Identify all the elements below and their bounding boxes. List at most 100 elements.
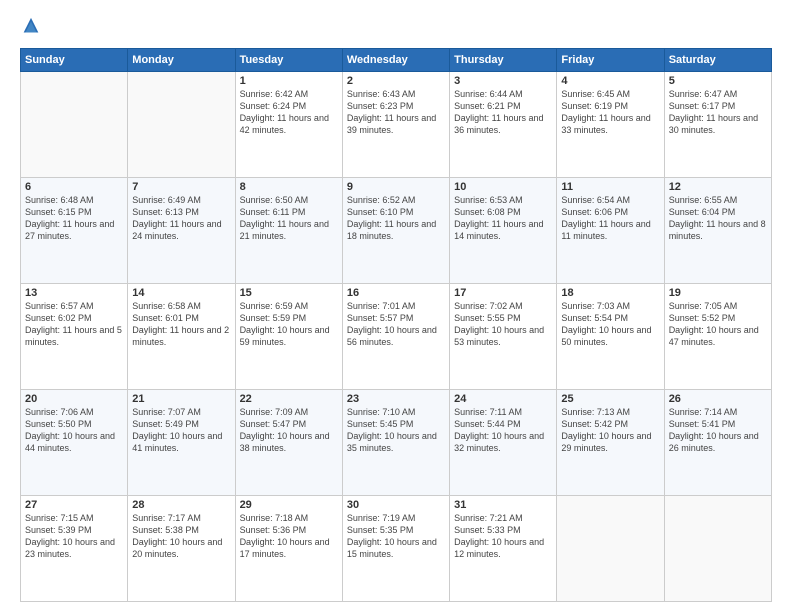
day-number: 21 — [132, 393, 230, 405]
calendar-cell: 16Sunrise: 7:01 AMSunset: 5:57 PMDayligh… — [342, 284, 449, 390]
calendar-week-1: 1Sunrise: 6:42 AMSunset: 6:24 PMDaylight… — [21, 72, 772, 178]
cell-info: Sunrise: 7:01 AMSunset: 5:57 PMDaylight:… — [347, 300, 445, 349]
cell-info: Sunrise: 7:14 AMSunset: 5:41 PMDaylight:… — [669, 406, 767, 455]
cell-info: Sunrise: 7:03 AMSunset: 5:54 PMDaylight:… — [561, 300, 659, 349]
day-number: 5 — [669, 75, 767, 87]
cell-info: Sunrise: 6:59 AMSunset: 5:59 PMDaylight:… — [240, 300, 338, 349]
day-number: 28 — [132, 499, 230, 511]
logo-icon — [20, 16, 42, 38]
cell-info: Sunrise: 7:18 AMSunset: 5:36 PMDaylight:… — [240, 512, 338, 561]
day-number: 17 — [454, 287, 552, 299]
day-number: 12 — [669, 181, 767, 193]
cell-info: Sunrise: 6:53 AMSunset: 6:08 PMDaylight:… — [454, 194, 552, 243]
calendar-cell: 12Sunrise: 6:55 AMSunset: 6:04 PMDayligh… — [664, 178, 771, 284]
day-number: 20 — [25, 393, 123, 405]
weekday-header-wednesday: Wednesday — [342, 49, 449, 72]
calendar-cell: 5Sunrise: 6:47 AMSunset: 6:17 PMDaylight… — [664, 72, 771, 178]
calendar-cell: 24Sunrise: 7:11 AMSunset: 5:44 PMDayligh… — [450, 390, 557, 496]
day-number: 19 — [669, 287, 767, 299]
calendar-cell: 15Sunrise: 6:59 AMSunset: 5:59 PMDayligh… — [235, 284, 342, 390]
day-number: 7 — [132, 181, 230, 193]
cell-info: Sunrise: 6:44 AMSunset: 6:21 PMDaylight:… — [454, 88, 552, 137]
calendar-cell: 23Sunrise: 7:10 AMSunset: 5:45 PMDayligh… — [342, 390, 449, 496]
cell-info: Sunrise: 6:57 AMSunset: 6:02 PMDaylight:… — [25, 300, 123, 349]
day-number: 15 — [240, 287, 338, 299]
day-number: 13 — [25, 287, 123, 299]
cell-info: Sunrise: 7:11 AMSunset: 5:44 PMDaylight:… — [454, 406, 552, 455]
cell-info: Sunrise: 7:09 AMSunset: 5:47 PMDaylight:… — [240, 406, 338, 455]
calendar-cell: 10Sunrise: 6:53 AMSunset: 6:08 PMDayligh… — [450, 178, 557, 284]
cell-info: Sunrise: 7:02 AMSunset: 5:55 PMDaylight:… — [454, 300, 552, 349]
cell-info: Sunrise: 6:54 AMSunset: 6:06 PMDaylight:… — [561, 194, 659, 243]
header — [20, 16, 772, 38]
day-number: 10 — [454, 181, 552, 193]
calendar-cell: 9Sunrise: 6:52 AMSunset: 6:10 PMDaylight… — [342, 178, 449, 284]
calendar-week-2: 6Sunrise: 6:48 AMSunset: 6:15 PMDaylight… — [21, 178, 772, 284]
cell-info: Sunrise: 7:05 AMSunset: 5:52 PMDaylight:… — [669, 300, 767, 349]
calendar-cell — [21, 72, 128, 178]
cell-info: Sunrise: 6:55 AMSunset: 6:04 PMDaylight:… — [669, 194, 767, 243]
day-number: 4 — [561, 75, 659, 87]
day-number: 14 — [132, 287, 230, 299]
calendar-week-3: 13Sunrise: 6:57 AMSunset: 6:02 PMDayligh… — [21, 284, 772, 390]
calendar-table: SundayMondayTuesdayWednesdayThursdayFrid… — [20, 48, 772, 602]
cell-info: Sunrise: 6:42 AMSunset: 6:24 PMDaylight:… — [240, 88, 338, 137]
calendar-cell: 3Sunrise: 6:44 AMSunset: 6:21 PMDaylight… — [450, 72, 557, 178]
cell-info: Sunrise: 7:17 AMSunset: 5:38 PMDaylight:… — [132, 512, 230, 561]
day-number: 29 — [240, 499, 338, 511]
calendar-cell — [557, 496, 664, 602]
cell-info: Sunrise: 7:10 AMSunset: 5:45 PMDaylight:… — [347, 406, 445, 455]
cell-info: Sunrise: 6:43 AMSunset: 6:23 PMDaylight:… — [347, 88, 445, 137]
cell-info: Sunrise: 7:15 AMSunset: 5:39 PMDaylight:… — [25, 512, 123, 561]
page: SundayMondayTuesdayWednesdayThursdayFrid… — [0, 0, 792, 612]
day-number: 8 — [240, 181, 338, 193]
calendar-cell: 25Sunrise: 7:13 AMSunset: 5:42 PMDayligh… — [557, 390, 664, 496]
day-number: 2 — [347, 75, 445, 87]
weekday-header-saturday: Saturday — [664, 49, 771, 72]
weekday-header-tuesday: Tuesday — [235, 49, 342, 72]
cell-info: Sunrise: 7:19 AMSunset: 5:35 PMDaylight:… — [347, 512, 445, 561]
calendar-cell: 27Sunrise: 7:15 AMSunset: 5:39 PMDayligh… — [21, 496, 128, 602]
calendar-cell: 7Sunrise: 6:49 AMSunset: 6:13 PMDaylight… — [128, 178, 235, 284]
cell-info: Sunrise: 6:52 AMSunset: 6:10 PMDaylight:… — [347, 194, 445, 243]
calendar-cell: 30Sunrise: 7:19 AMSunset: 5:35 PMDayligh… — [342, 496, 449, 602]
calendar-cell: 4Sunrise: 6:45 AMSunset: 6:19 PMDaylight… — [557, 72, 664, 178]
cell-info: Sunrise: 6:48 AMSunset: 6:15 PMDaylight:… — [25, 194, 123, 243]
calendar-cell: 18Sunrise: 7:03 AMSunset: 5:54 PMDayligh… — [557, 284, 664, 390]
calendar-header-row: SundayMondayTuesdayWednesdayThursdayFrid… — [21, 49, 772, 72]
calendar-cell: 2Sunrise: 6:43 AMSunset: 6:23 PMDaylight… — [342, 72, 449, 178]
weekday-header-thursday: Thursday — [450, 49, 557, 72]
calendar-cell: 21Sunrise: 7:07 AMSunset: 5:49 PMDayligh… — [128, 390, 235, 496]
day-number: 1 — [240, 75, 338, 87]
day-number: 6 — [25, 181, 123, 193]
calendar-cell: 19Sunrise: 7:05 AMSunset: 5:52 PMDayligh… — [664, 284, 771, 390]
day-number: 16 — [347, 287, 445, 299]
day-number: 9 — [347, 181, 445, 193]
day-number: 23 — [347, 393, 445, 405]
calendar-week-5: 27Sunrise: 7:15 AMSunset: 5:39 PMDayligh… — [21, 496, 772, 602]
calendar-cell: 20Sunrise: 7:06 AMSunset: 5:50 PMDayligh… — [21, 390, 128, 496]
calendar-cell: 31Sunrise: 7:21 AMSunset: 5:33 PMDayligh… — [450, 496, 557, 602]
cell-info: Sunrise: 7:13 AMSunset: 5:42 PMDaylight:… — [561, 406, 659, 455]
calendar-cell — [128, 72, 235, 178]
calendar-cell: 11Sunrise: 6:54 AMSunset: 6:06 PMDayligh… — [557, 178, 664, 284]
calendar-cell — [664, 496, 771, 602]
cell-info: Sunrise: 7:06 AMSunset: 5:50 PMDaylight:… — [25, 406, 123, 455]
day-number: 30 — [347, 499, 445, 511]
day-number: 3 — [454, 75, 552, 87]
calendar-cell: 14Sunrise: 6:58 AMSunset: 6:01 PMDayligh… — [128, 284, 235, 390]
cell-info: Sunrise: 6:47 AMSunset: 6:17 PMDaylight:… — [669, 88, 767, 137]
cell-info: Sunrise: 6:45 AMSunset: 6:19 PMDaylight:… — [561, 88, 659, 137]
cell-info: Sunrise: 7:21 AMSunset: 5:33 PMDaylight:… — [454, 512, 552, 561]
day-number: 22 — [240, 393, 338, 405]
cell-info: Sunrise: 6:58 AMSunset: 6:01 PMDaylight:… — [132, 300, 230, 349]
calendar-cell: 8Sunrise: 6:50 AMSunset: 6:11 PMDaylight… — [235, 178, 342, 284]
calendar-cell: 6Sunrise: 6:48 AMSunset: 6:15 PMDaylight… — [21, 178, 128, 284]
day-number: 25 — [561, 393, 659, 405]
cell-info: Sunrise: 7:07 AMSunset: 5:49 PMDaylight:… — [132, 406, 230, 455]
cell-info: Sunrise: 6:50 AMSunset: 6:11 PMDaylight:… — [240, 194, 338, 243]
day-number: 18 — [561, 287, 659, 299]
calendar-cell: 22Sunrise: 7:09 AMSunset: 5:47 PMDayligh… — [235, 390, 342, 496]
calendar-cell: 26Sunrise: 7:14 AMSunset: 5:41 PMDayligh… — [664, 390, 771, 496]
calendar-cell: 13Sunrise: 6:57 AMSunset: 6:02 PMDayligh… — [21, 284, 128, 390]
